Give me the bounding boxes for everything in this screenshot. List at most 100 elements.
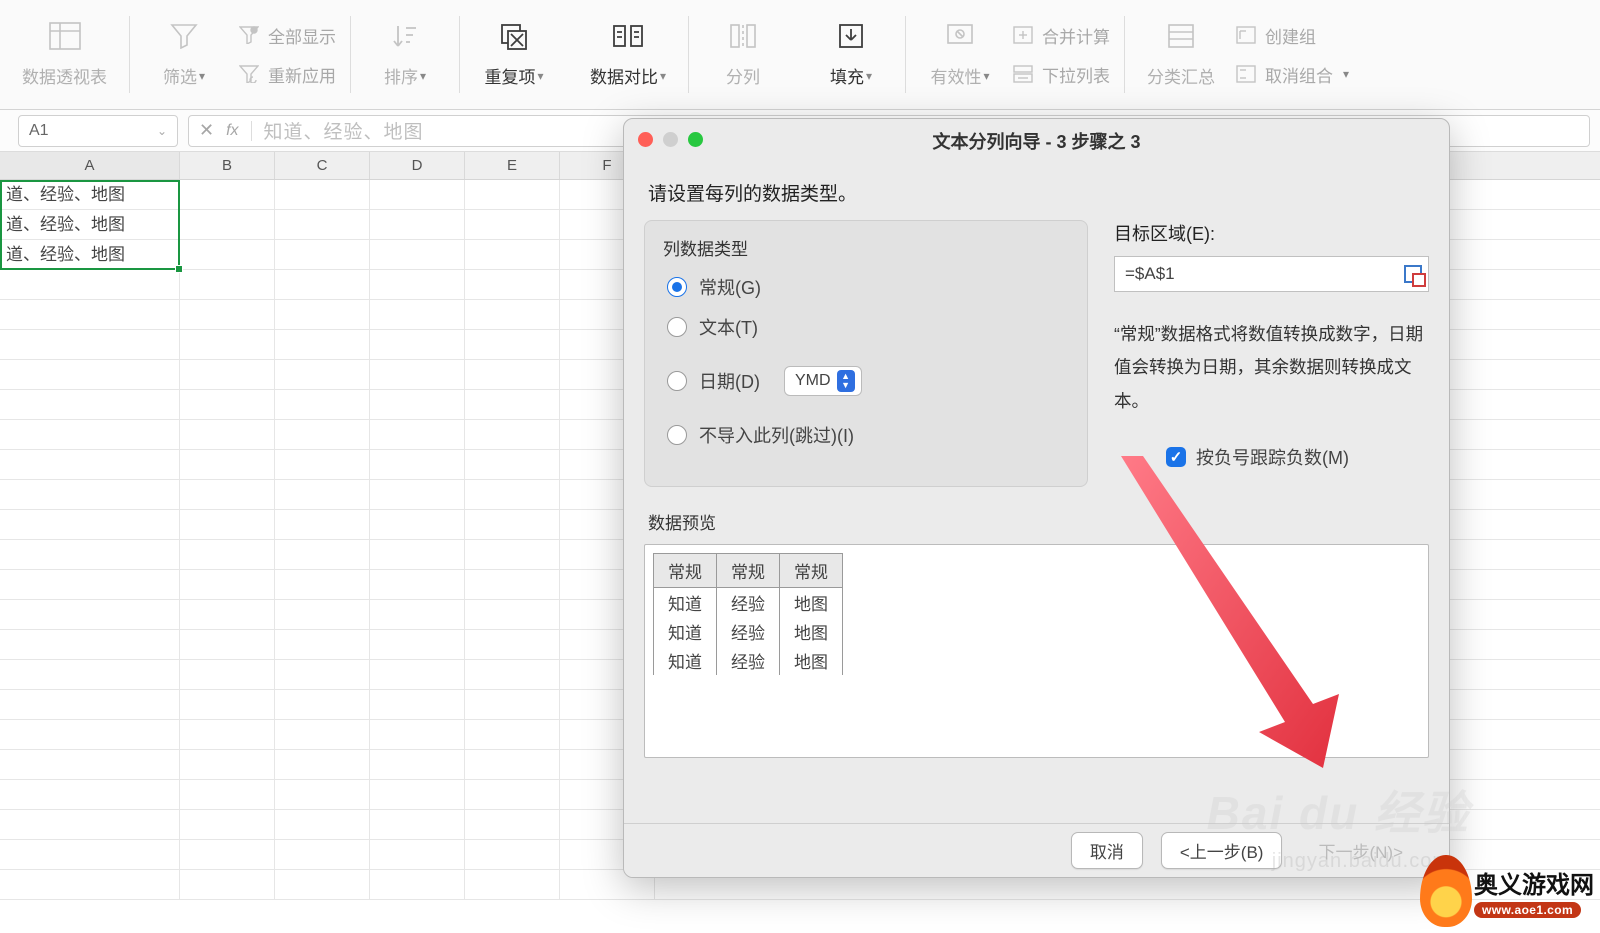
target-region-input[interactable]: =$A$1 [1114,256,1429,292]
sort-label: 排序 [384,63,418,88]
show-all-button[interactable]: 全部显示 [238,23,336,48]
close-window-button[interactable] [638,132,653,147]
preview-cell: 地图 [780,646,843,675]
dedup-label: 重复项 [484,63,535,88]
preview-header[interactable]: 常规 [717,554,780,588]
validate-icon [943,21,977,51]
next-step-button[interactable]: 下一步(N)> [1300,833,1421,868]
dedup-icon [497,21,531,51]
preview-cell: 地图 [780,617,843,646]
splitcol-label: 分列 [726,63,760,88]
subtotal-button[interactable]: 分类汇总 [1139,17,1223,92]
dedup-button[interactable]: 重复项▾ [474,17,554,92]
funnel-clear-icon [238,26,260,44]
show-all-label: 全部显示 [268,23,336,48]
fill-button[interactable]: 填充▾ [811,17,891,92]
pivot-table-button[interactable]: 数据透视表 [14,17,115,92]
previous-step-button[interactable]: <上一步(B) [1161,832,1283,869]
cell-A2[interactable]: 道、经验、地图 [0,210,180,239]
compare-icon [611,21,645,51]
preview-header[interactable]: 常规 [654,554,717,588]
filter-label: 筛选 [163,63,197,88]
data-preview: 常规 常规 常规 知道 经验 地图 知道 经验 地图 知道 经验 地图 [644,544,1429,758]
sort-icon [388,21,422,51]
radio-icon [667,371,687,391]
subtotal-icon [1164,21,1198,51]
dialog-footer: 取消 <上一步(B) 下一步(N)> [624,823,1449,877]
radio-icon [667,425,687,445]
group-icon [1235,26,1257,44]
consolidate-button[interactable]: 合并计算 [1012,23,1110,48]
split-icon [726,21,760,51]
reapply-label: 重新应用 [268,62,336,87]
ungroup-label: 取消组合 [1265,62,1333,87]
preview-label: 数据预览 [648,509,1429,534]
formula-content: 知道、经验、地图 [264,117,424,144]
range-picker-icon[interactable] [1404,265,1422,283]
date-format-value: YMD [795,372,831,390]
preview-table: 常规 常规 常规 知道 经验 地图 知道 经验 地图 知道 经验 地图 [653,553,843,675]
funnel-refresh-icon [238,65,260,83]
minimize-window-button[interactable] [663,132,678,147]
cancel-formula-icon[interactable]: ✕ [199,120,214,141]
funnel-icon [167,21,201,51]
radio-date[interactable]: 日期(D) YMD ▲▼ [667,366,1065,396]
subtotal-label: 分类汇总 [1147,63,1215,88]
group-button[interactable]: 创建组 [1235,23,1349,48]
cancel-button[interactable]: 取消 [1071,832,1143,869]
zoom-window-button[interactable] [688,132,703,147]
ribbon-toolbar: 数据透视表 筛选▾ 全部显示 重新应用 [0,0,1600,110]
radio-text[interactable]: 文本(T) [667,314,1065,340]
col-header-A[interactable]: A [0,152,180,179]
data-compare-button[interactable]: 数据对比▾ [582,17,674,92]
date-format-select[interactable]: YMD ▲▼ [784,366,862,396]
name-box[interactable]: A1 ⌄ [18,115,178,147]
validate-label: 有效性 [931,63,982,88]
reapply-button[interactable]: 重新应用 [238,62,336,87]
split-column-button[interactable]: 分列 [703,17,783,92]
col-header-C[interactable]: C [275,152,370,179]
track-negative-label: 按负号跟踪负数(M) [1196,444,1349,470]
preview-cell: 知道 [654,588,717,618]
sort-button[interactable]: 排序▾ [365,17,445,92]
radio-general-label: 常规(G) [699,274,761,300]
ungroup-button[interactable]: 取消组合▾ [1235,62,1349,87]
radio-skip-label: 不导入此列(跳过)(I) [699,422,854,448]
column-data-type-panel: 列数据类型 常规(G) 文本(T) 日期(D) YMD ▲▼ [644,220,1088,487]
cell-ref: A1 [29,122,49,140]
dropdown-list-label: 下拉列表 [1042,62,1110,87]
cell-A3[interactable]: 道、经验、地图 [0,240,180,269]
dialog-titlebar[interactable]: 文本分列向导 - 3 步骤之 3 [624,119,1449,163]
preview-cell: 地图 [780,588,843,618]
preview-cell: 知道 [654,617,717,646]
radio-icon [667,277,687,297]
radio-date-label: 日期(D) [699,368,760,394]
radio-skip[interactable]: 不导入此列(跳过)(I) [667,422,1065,448]
group-label: 创建组 [1265,23,1316,48]
pivot-icon [48,21,82,51]
radio-icon [667,317,687,337]
checkbox-checked-icon: ✓ [1166,447,1186,467]
dropdown-list-button[interactable]: 下拉列表 [1012,62,1110,87]
col-header-D[interactable]: D [370,152,465,179]
preview-cell: 经验 [717,617,780,646]
col-header-E[interactable]: E [465,152,560,179]
preview-cell: 经验 [717,646,780,675]
preview-cell: 经验 [717,588,780,618]
text-to-columns-wizard-dialog: 文本分列向导 - 3 步骤之 3 请设置每列的数据类型。 列数据类型 常规(G)… [623,118,1450,878]
filter-button[interactable]: 筛选▾ [144,17,224,92]
track-negative-checkbox[interactable]: ✓ 按负号跟踪负数(M) [1166,444,1429,470]
validate-button[interactable]: 有效性▾ [920,17,1000,92]
cell-A1[interactable]: 道、经验、地图 [0,180,180,209]
col-header-B[interactable]: B [180,152,275,179]
target-region-value: =$A$1 [1125,264,1175,284]
window-controls [638,132,703,147]
ungroup-icon [1235,65,1257,83]
preview-cell: 知道 [654,646,717,675]
preview-header[interactable]: 常规 [780,554,843,588]
chevron-down-icon: ⌄ [157,124,167,138]
radio-general[interactable]: 常规(G) [667,274,1065,300]
fill-label: 填充 [830,63,864,88]
format-description: “常规”数据格式将数值转换成数字，日期值会转换为日期，其余数据则转换成文本。 [1114,318,1429,418]
fx-label[interactable]: fx [226,122,238,140]
